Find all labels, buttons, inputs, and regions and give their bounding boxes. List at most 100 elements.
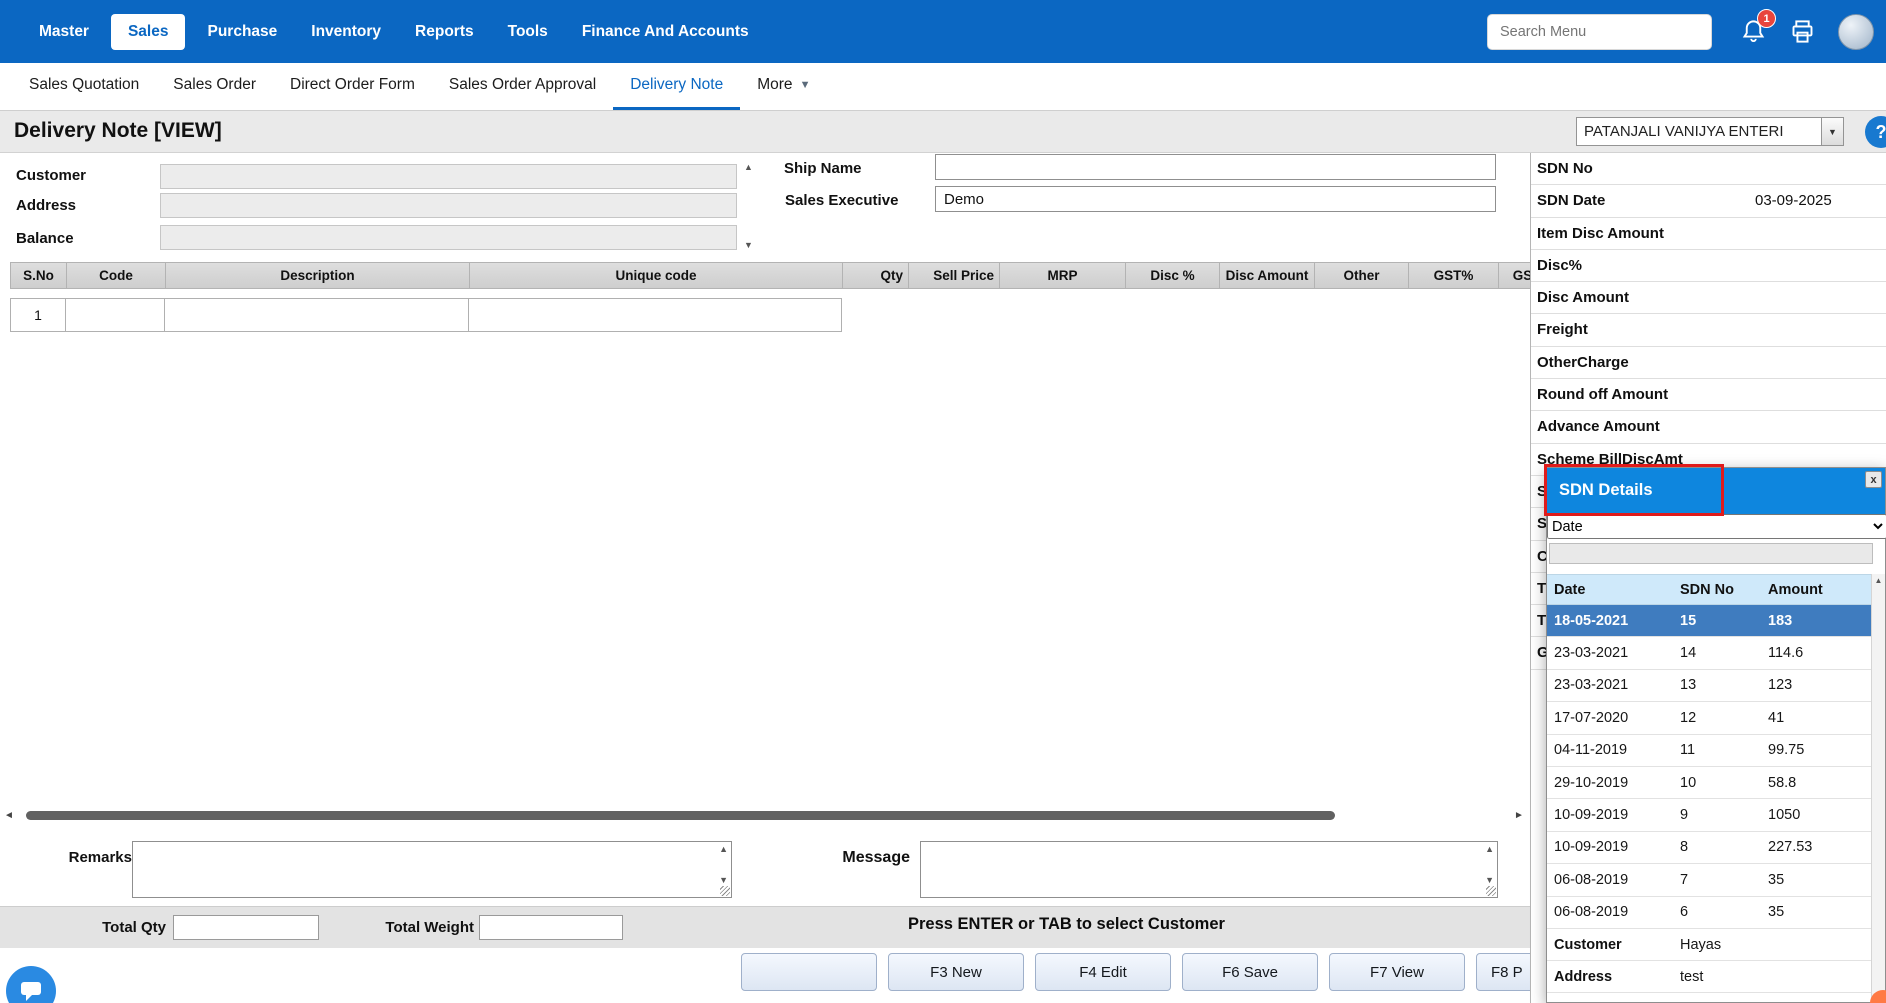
sdn-row[interactable]: 10-09-2019 9 1050 <box>1547 799 1873 831</box>
resize-grip[interactable] <box>720 886 730 896</box>
sdn-sort-select[interactable]: Date <box>1547 514 1886 539</box>
popup-header[interactable]: SDN Details x <box>1547 468 1885 514</box>
chevron-down-icon[interactable]: ▼ <box>1821 118 1843 145</box>
notifications-button[interactable]: 1 <box>1740 18 1767 45</box>
column-header[interactable]: Qty <box>843 263 909 288</box>
popup-address-row: Address test <box>1547 961 1873 993</box>
nav-reports[interactable]: Reports <box>398 14 491 50</box>
column-header[interactable]: Other <box>1315 263 1409 288</box>
panel-row-freight: Freight <box>1531 314 1886 346</box>
popup-title: SDN Details <box>1559 481 1653 500</box>
scroll-thumb[interactable] <box>26 811 1335 820</box>
column-header[interactable]: Code <box>67 263 166 288</box>
ship-name-label: Ship Name <box>784 160 862 177</box>
f3-new-button[interactable]: F3 New <box>888 953 1024 991</box>
nav-master[interactable]: Master <box>22 14 106 50</box>
customer-field[interactable] <box>160 164 737 189</box>
column-header[interactable]: Unique code <box>470 263 843 288</box>
tab-sales-order-approval[interactable]: Sales Order Approval <box>432 63 613 110</box>
column-header[interactable]: Disc % <box>1126 263 1220 288</box>
column-header[interactable]: Description <box>166 263 470 288</box>
sdn-row[interactable]: 06-08-2019 7 35 <box>1547 864 1873 896</box>
column-header[interactable]: Disc Amount <box>1220 263 1315 288</box>
address-label: Address <box>1547 961 1673 992</box>
message-textarea[interactable]: ▲ ▼ <box>920 841 1498 898</box>
tab-sales-order[interactable]: Sales Order <box>156 63 273 110</box>
sdn-row[interactable]: 17-07-2020 12 41 <box>1547 702 1873 734</box>
avatar[interactable] <box>1838 14 1874 50</box>
total-weight-field[interactable] <box>479 915 623 940</box>
scroll-right-arrow[interactable]: ► <box>1514 810 1524 821</box>
customer-label: Customer <box>1547 929 1673 960</box>
sdn-row[interactable]: 29-10-2019 10 58.8 <box>1547 767 1873 799</box>
column-header[interactable]: MRP <box>1000 263 1126 288</box>
code-cell[interactable] <box>66 298 165 332</box>
company-selector[interactable]: PATANJALI VANIJYA ENTERI ▼ <box>1576 117 1844 146</box>
column-header[interactable]: Sell Price <box>909 263 1000 288</box>
sdn-filter-input[interactable] <box>1549 543 1873 564</box>
sales-executive-label: Sales Executive <box>785 192 898 209</box>
panel-label: Disc% <box>1537 257 1582 274</box>
close-icon[interactable]: x <box>1865 471 1882 488</box>
tab-delivery-note[interactable]: Delivery Note <box>613 63 740 110</box>
search-menu-input[interactable] <box>1487 14 1712 50</box>
sdn-no-cell: 14 <box>1673 637 1761 668</box>
f4-edit-button[interactable]: F4 Edit <box>1035 953 1171 991</box>
sdn-row[interactable]: 10-09-2019 8 227.53 <box>1547 832 1873 864</box>
scroll-left-arrow[interactable]: ◄ <box>4 810 14 821</box>
column-header[interactable]: GS <box>1499 263 1530 288</box>
sdn-table-header: Date SDN No Amount <box>1547 574 1873 605</box>
nav-inventory[interactable]: Inventory <box>294 14 398 50</box>
balance-label: Balance <box>16 230 74 247</box>
tab-more[interactable]: More ▼ <box>740 63 827 110</box>
column-header[interactable]: GST% <box>1409 263 1499 288</box>
vertical-scrollbar[interactable]: ▲ ▼ <box>1871 574 1885 1002</box>
resize-grip[interactable] <box>1486 886 1496 896</box>
column-header-date[interactable]: Date <box>1547 575 1673 604</box>
address-field[interactable] <box>160 193 737 218</box>
scroll-down-arrow[interactable]: ▼ <box>719 876 728 885</box>
help-button[interactable]: ? <box>1865 116 1886 148</box>
tab-more-label: More <box>757 76 792 94</box>
date-cell: 23-03-2021 <box>1547 670 1673 701</box>
items-table-row[interactable]: 1 <box>10 298 842 332</box>
unique-code-cell[interactable] <box>469 298 842 332</box>
popup-title-highlight: SDN Details <box>1544 464 1724 516</box>
panel-row-sdn-no: SDN No <box>1531 153 1886 185</box>
scroll-up-arrow[interactable]: ▲ <box>719 845 728 854</box>
balance-field[interactable] <box>160 225 737 250</box>
column-header[interactable]: S.No <box>11 263 67 288</box>
scroll-up-arrow[interactable]: ▲ <box>1872 576 1885 585</box>
f8-print-button[interactable]: F8 P <box>1476 953 1530 991</box>
page-title: Delivery Note [VIEW] <box>14 119 222 143</box>
ship-name-field[interactable] <box>935 154 1496 180</box>
scroll-down-arrow[interactable]: ▼ <box>744 241 753 250</box>
scroll-up-arrow[interactable]: ▲ <box>744 163 753 172</box>
f7-view-button[interactable]: F7 View <box>1329 953 1465 991</box>
print-button[interactable] <box>1789 18 1816 45</box>
blank-button[interactable] <box>741 953 877 991</box>
nav-finance-and-accounts[interactable]: Finance And Accounts <box>565 14 766 50</box>
column-header-sdn-no[interactable]: SDN No <box>1673 575 1761 604</box>
f6-save-button[interactable]: F6 Save <box>1182 953 1318 991</box>
total-qty-field[interactable] <box>173 915 319 940</box>
tab-sales-quotation[interactable]: Sales Quotation <box>12 63 156 110</box>
description-cell[interactable] <box>165 298 469 332</box>
scroll-up-arrow[interactable]: ▲ <box>1485 845 1494 854</box>
tab-direct-order-form[interactable]: Direct Order Form <box>273 63 432 110</box>
remarks-textarea[interactable]: ▲ ▼ <box>132 841 732 898</box>
sdn-row[interactable]: 18-05-2021 15 183 <box>1547 605 1873 637</box>
sdn-row[interactable]: 04-11-2019 11 99.75 <box>1547 735 1873 767</box>
column-header-amount[interactable]: Amount <box>1761 575 1873 604</box>
scroll-down-arrow[interactable]: ▼ <box>1485 876 1494 885</box>
sdn-row[interactable]: 23-03-2021 14 114.6 <box>1547 637 1873 669</box>
nav-sales[interactable]: Sales <box>111 14 186 50</box>
sdn-row[interactable]: 23-03-2021 13 123 <box>1547 670 1873 702</box>
sales-executive-field[interactable] <box>935 186 1496 212</box>
nav-purchase[interactable]: Purchase <box>190 14 294 50</box>
panel-label: Round off Amount <box>1537 386 1668 403</box>
sdn-row[interactable]: 06-08-2019 6 35 <box>1547 897 1873 929</box>
horizontal-scrollbar[interactable]: ◄ ► <box>0 808 1530 823</box>
panel-label: Freight <box>1537 321 1588 338</box>
nav-tools[interactable]: Tools <box>491 14 565 50</box>
